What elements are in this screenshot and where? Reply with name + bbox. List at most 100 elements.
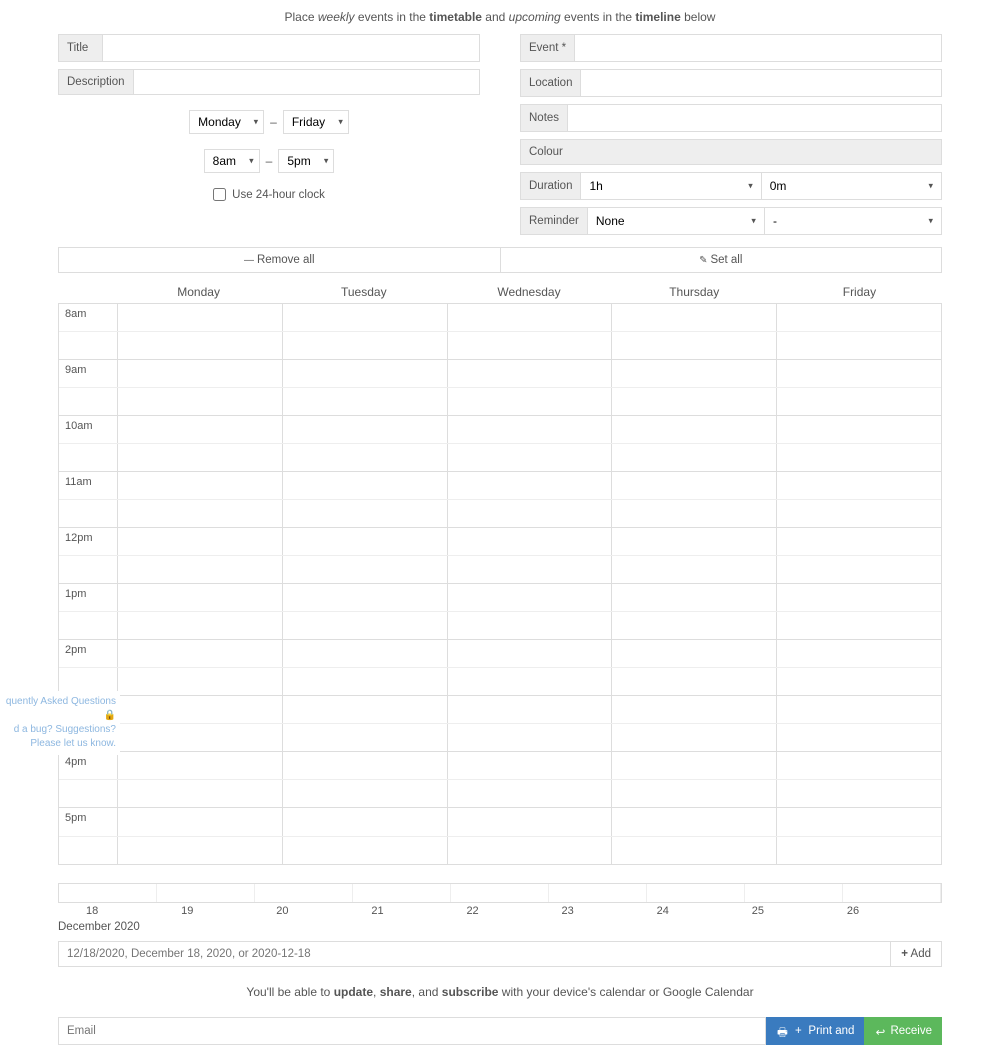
timetable-cell[interactable] [117,640,282,667]
timetable-cell[interactable] [611,472,776,499]
timetable-cell[interactable] [611,808,776,836]
notes-input[interactable] [568,105,941,131]
faq-link[interactable]: quently Asked Questions [4,695,116,709]
timetable-cell[interactable] [447,640,612,667]
timetable-cell[interactable] [282,724,447,751]
timetable-cell[interactable] [447,360,612,387]
timetable-cell[interactable] [117,444,282,471]
timetable-cell[interactable] [282,584,447,611]
timetable-cell[interactable] [447,528,612,555]
timeline-day[interactable]: 24 [657,903,752,919]
timetable-cell[interactable] [117,360,282,387]
timetable-cell[interactable] [282,444,447,471]
timetable-cell[interactable] [611,528,776,555]
timetable-cell[interactable] [117,472,282,499]
timetable-cell[interactable] [611,724,776,751]
timetable-cell[interactable] [282,837,447,865]
timetable-cell[interactable] [776,388,941,415]
timetable-cell[interactable] [447,696,612,723]
timetable-cell[interactable] [611,304,776,331]
timetable-cell[interactable] [282,416,447,443]
timetable-cell[interactable] [282,500,447,527]
timetable-cell[interactable] [117,668,282,695]
timetable-cell[interactable] [447,444,612,471]
timetable-cell[interactable] [282,808,447,836]
timetable-cell[interactable] [282,360,447,387]
timeline-day[interactable]: 19 [181,903,276,919]
add-date-button[interactable]: + Add [890,942,941,966]
timetable-cell[interactable] [776,696,941,723]
timetable-cell[interactable] [611,696,776,723]
timetable-cell[interactable] [447,752,612,779]
timeline-day[interactable]: 23 [562,903,657,919]
timetable-cell[interactable] [117,388,282,415]
timetable-cell[interactable] [117,304,282,331]
timeline-day[interactable]: 20 [276,903,371,919]
timetable-cell[interactable] [282,332,447,359]
timetable-cell[interactable] [447,332,612,359]
timetable-cell[interactable] [611,416,776,443]
timetable-cell[interactable] [611,668,776,695]
timetable-cell[interactable] [282,668,447,695]
timetable-cell[interactable] [611,752,776,779]
timetable-cell[interactable] [611,332,776,359]
timetable-cell[interactable] [447,556,612,583]
24h-checkbox[interactable] [213,188,226,201]
title-input[interactable] [103,35,479,61]
timetable-cell[interactable] [117,332,282,359]
timetable-cell[interactable] [117,584,282,611]
timetable-cell[interactable] [282,304,447,331]
timetable-cell[interactable] [447,388,612,415]
timetable-cell[interactable] [611,612,776,639]
timetable-cell[interactable] [447,780,612,807]
timetable-cell[interactable] [117,612,282,639]
print-button[interactable]: 🖶 + Print and [766,1017,864,1045]
timetable-cell[interactable] [611,640,776,667]
timetable-cell[interactable] [611,500,776,527]
timetable-cell[interactable] [776,724,941,751]
timetable-cell[interactable] [776,500,941,527]
timetable-cell[interactable] [776,304,941,331]
timeline-day[interactable]: 21 [371,903,466,919]
timeline-day[interactable]: 25 [752,903,847,919]
timetable-cell[interactable] [447,304,612,331]
colour-picker[interactable]: Colour [520,139,942,165]
email-input[interactable] [58,1017,766,1045]
timetable-cell[interactable] [447,668,612,695]
timetable-cell[interactable] [776,584,941,611]
timeline-day[interactable]: 22 [466,903,561,919]
timetable-cell[interactable] [447,612,612,639]
timetable-cell[interactable] [117,724,282,751]
timetable-cell[interactable] [776,780,941,807]
set-all-button[interactable]: ✎Set all [501,248,942,272]
timetable-cell[interactable] [117,528,282,555]
timeline-date-input[interactable] [59,942,890,966]
timetable-cell[interactable] [282,556,447,583]
timetable-cell[interactable] [117,500,282,527]
duration-mins-select[interactable]: 0m [762,173,941,199]
timetable-cell[interactable] [117,808,282,836]
timetable-cell[interactable] [282,752,447,779]
timetable-cell[interactable] [447,500,612,527]
timetable-cell[interactable] [282,388,447,415]
timetable-cell[interactable] [282,528,447,555]
timetable-cell[interactable] [447,416,612,443]
duration-hours-select[interactable]: 1h [581,173,760,199]
timetable-cell[interactable] [117,780,282,807]
timeline-day[interactable]: 26 [847,903,942,919]
timetable-cell[interactable] [447,837,612,865]
timetable-cell[interactable] [776,837,941,865]
timetable-cell[interactable] [611,780,776,807]
timetable-cell[interactable] [447,584,612,611]
timetable-cell[interactable] [776,752,941,779]
timetable-cell[interactable] [117,837,282,865]
timetable-cell[interactable] [117,556,282,583]
timetable-cell[interactable] [447,724,612,751]
timetable-cell[interactable] [776,332,941,359]
timetable-cell[interactable] [611,584,776,611]
timeline-day[interactable]: 18 [86,903,181,919]
timetable-cell[interactable] [611,388,776,415]
timetable-cell[interactable] [282,780,447,807]
reminder-select[interactable]: None [588,208,764,234]
timetable-cell[interactable] [776,668,941,695]
